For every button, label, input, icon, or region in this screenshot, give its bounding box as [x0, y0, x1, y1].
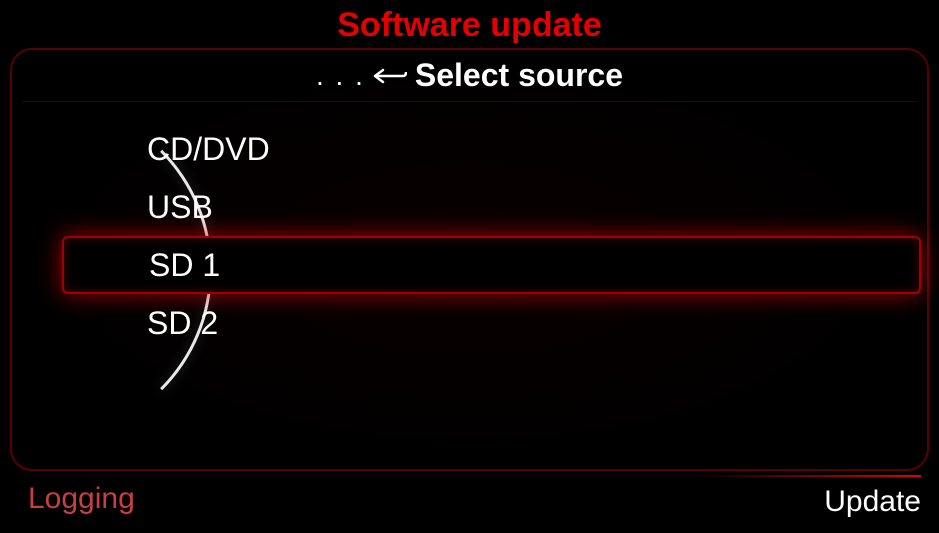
source-label: SD 1	[149, 247, 220, 284]
page-title: Software update	[0, 0, 939, 53]
source-item-sd1[interactable]: SD 1	[62, 236, 921, 294]
source-item-cddvd[interactable]: CD/DVD	[12, 120, 927, 178]
main-panel: . . . Select source CD/DVD USB SD 1 SD 2	[10, 48, 929, 471]
update-button[interactable]: Update	[824, 479, 921, 519]
source-item-sd2[interactable]: SD 2	[12, 294, 927, 352]
source-item-usb[interactable]: USB	[12, 178, 927, 236]
logging-button[interactable]: Logging	[28, 482, 135, 516]
breadcrumb[interactable]: . . . Select source	[22, 50, 917, 102]
breadcrumb-dots: . . .	[316, 60, 365, 92]
footer-line-decoration	[691, 475, 921, 477]
footer-right-wrap: Update	[824, 479, 921, 519]
back-arrow-icon	[373, 66, 407, 86]
footer: Logging Update	[0, 475, 939, 533]
source-label: USB	[147, 189, 213, 226]
subtitle-label: Select source	[415, 57, 623, 94]
source-label: SD 2	[147, 305, 218, 342]
source-list: CD/DVD USB SD 1 SD 2	[12, 120, 927, 352]
source-label: CD/DVD	[147, 131, 270, 168]
